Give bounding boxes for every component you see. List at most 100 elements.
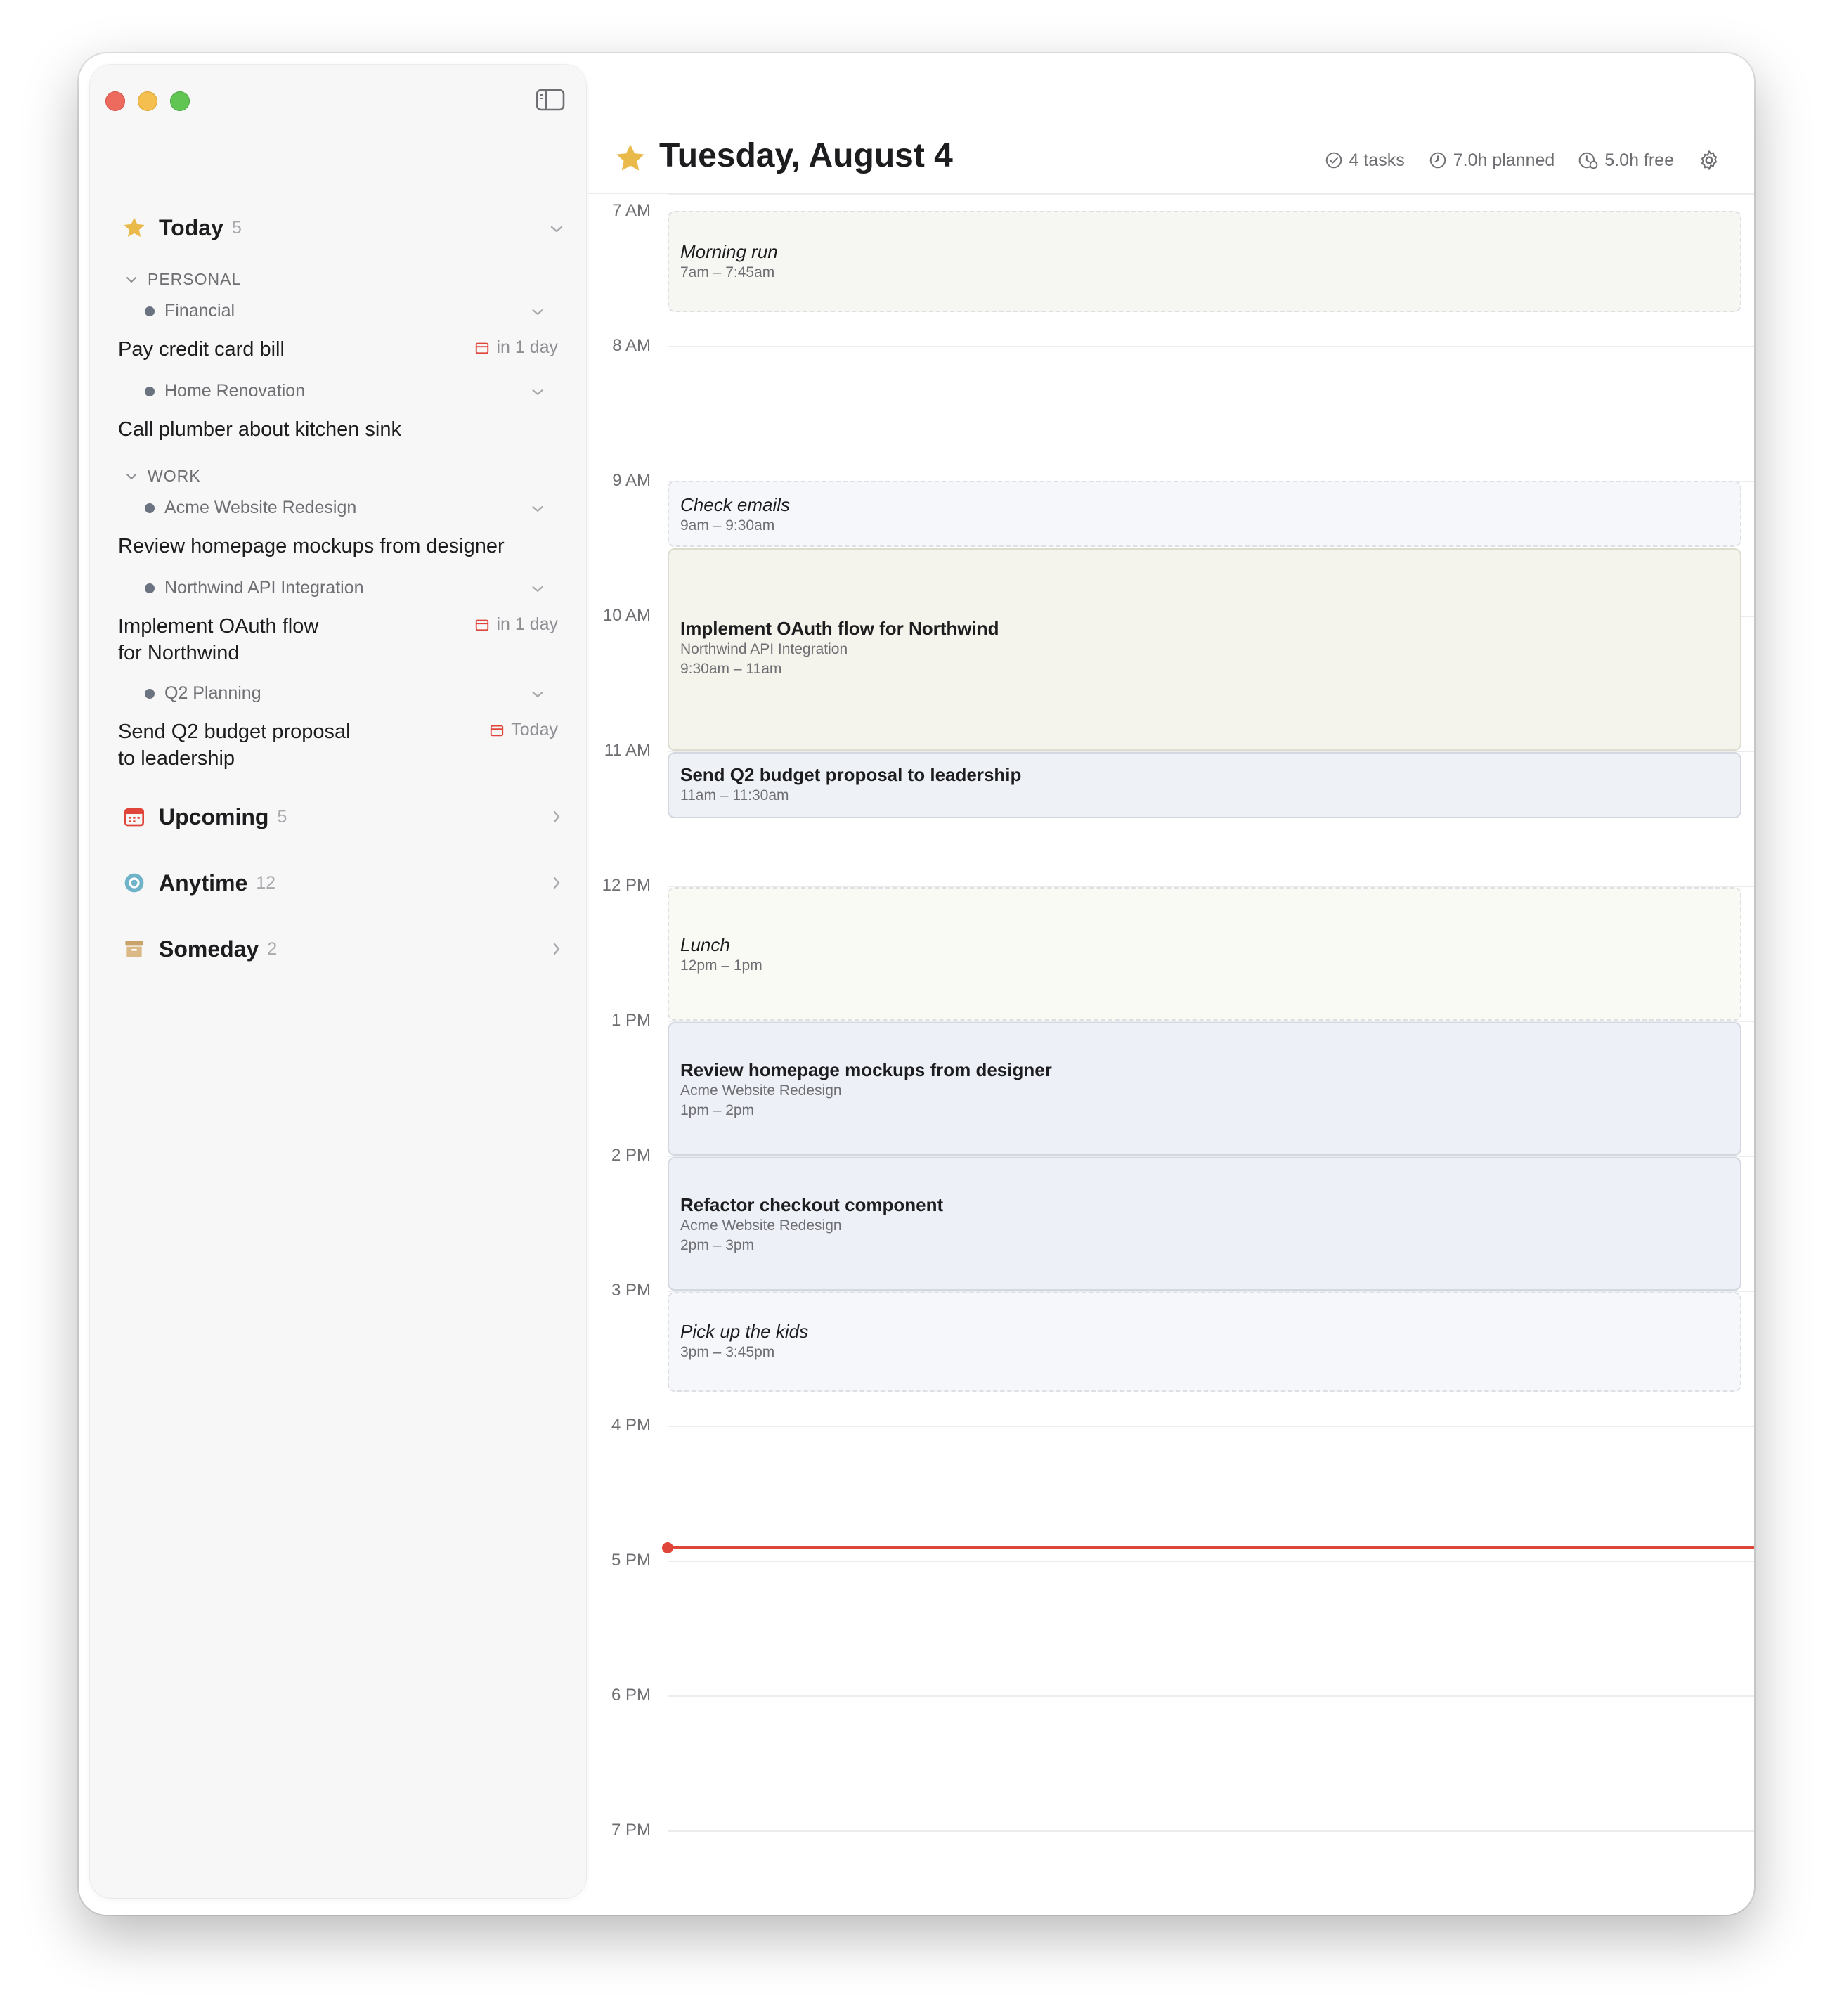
task-implement-oauth[interactable]: Implement OAuth flow for Northwind [118,613,318,666]
due-badge: Today [489,720,558,740]
hour-label: 6 PM [611,1686,651,1705]
task-title: Send Q2 budget proposal [118,721,351,743]
event-title: Pick up the kids [680,1321,809,1342]
chevron-down-icon[interactable] [530,581,545,597]
current-time-line [668,1546,1754,1549]
due-text: in 1 day [496,337,558,357]
page-title: Tuesday, August 4 [659,137,953,174]
minimize-window-button[interactable] [138,91,157,111]
anytime-circle-icon [122,871,146,895]
free-time-icon [1578,152,1598,169]
event-time: 1pm – 2pm [680,1102,755,1118]
chevron-down-icon[interactable] [530,385,545,400]
project-dot [145,503,155,513]
task-call-plumber[interactable]: Call plumber about kitchen sink [118,416,401,443]
task-pay-credit-card-bill[interactable]: Pay credit card bill [118,336,285,363]
hour-divider [668,1695,1754,1697]
chevron-down-icon [126,473,136,479]
project-header-northwind-api-integration[interactable]: Northwind API Integration [145,578,364,598]
chevron-down-icon[interactable] [530,687,545,702]
due-text: Today [511,720,558,739]
hour-divider [668,1426,1754,1427]
project-dot [145,583,155,593]
hour-divider [668,346,1754,347]
hour-label: 10 AM [602,606,651,625]
event-time: 9:30am – 11am [680,661,782,677]
archive-box-icon [122,937,146,961]
section-title: Today [159,214,223,240]
calendar-icon [476,342,489,354]
day-view: Tuesday, August 4 4 tasks 7.0h planned 5… [586,53,1754,1915]
section-count: 12 [256,872,276,893]
hour-label: 7 PM [611,1821,651,1840]
project-header-financial[interactable]: Financial [145,301,235,321]
zoom-window-button[interactable] [170,91,190,111]
sidebar-toggle-icon[interactable] [536,89,565,111]
event-title: Check emails [680,494,791,515]
task-review-homepage-mockups[interactable]: Review homepage mockups from designer [118,533,505,560]
event-time: 11am – 11:30am [680,787,789,803]
hour-label: 1 PM [611,1011,651,1030]
hour-label: 2 PM [611,1146,651,1165]
event-refactor-checkout[interactable]: Refactor checkout component Acme Website… [668,1157,1741,1291]
check-circle-icon [1325,152,1342,169]
event-review-homepage[interactable]: Review homepage mockups from designer Ac… [668,1022,1741,1156]
group-label: PERSONAL [148,270,242,288]
timeline[interactable]: 7 AM 8 AM 9 AM 10 AM 11 AM 12 PM 1 PM 2 … [586,194,1754,1915]
section-title: Upcoming [159,803,269,829]
hour-label: 7 AM [612,201,651,220]
group-header-personal[interactable]: PERSONAL [125,270,241,289]
event-time: 12pm – 1pm [680,957,762,974]
chevron-right-icon[interactable] [548,941,565,957]
project-header-home-renovation[interactable]: Home Renovation [145,381,305,401]
event-title: Refactor checkout component [680,1194,944,1215]
event-title: Morning run [680,241,778,262]
chevron-down-icon[interactable] [530,501,545,517]
close-window-button[interactable] [105,91,125,111]
event-lunch[interactable]: Lunch 12pm – 1pm [668,887,1741,1021]
stat-text: 4 tasks [1349,150,1405,170]
task-title-continued: to leadership [118,747,235,770]
task-send-q2-budget[interactable]: Send Q2 budget proposal to leadership [118,718,351,772]
stat-free: 5.0h free [1578,150,1674,171]
due-text: in 1 day [496,614,558,634]
section-title: Anytime [159,870,248,896]
project-label: Acme Website Redesign [164,498,357,517]
project-header-acme-website-redesign[interactable]: Acme Website Redesign [145,498,356,518]
chevron-down-icon [126,276,136,283]
event-project: Acme Website Redesign [680,1217,842,1234]
app-window: Today 5 PERSONAL Financial Pay credit ca… [79,53,1754,1915]
due-badge: in 1 day [474,614,558,635]
project-dot [145,386,155,396]
stat-tasks: 4 tasks [1325,150,1405,171]
chevron-down-icon[interactable] [530,304,545,320]
section-count: 5 [231,217,242,238]
calendar-icon [122,805,146,829]
event-time: 2pm – 3pm [680,1237,755,1253]
calendar-icon [476,619,489,631]
event-implement-oauth[interactable]: Implement OAuth flow for Northwind North… [668,548,1741,751]
event-pick-up-kids[interactable]: Pick up the kids 3pm – 3:45pm [668,1292,1741,1392]
due-badge: in 1 day [474,337,558,358]
chevron-down-icon[interactable] [548,221,565,238]
sidebar-section-upcoming[interactable]: Upcoming 5 [122,800,287,834]
hour-divider [668,1561,1754,1562]
task-title-continued: for Northwind [118,642,240,664]
task-title: Pay credit card bill [118,338,285,361]
stat-text: 7.0h planned [1453,150,1555,170]
gear-icon[interactable] [1698,149,1720,172]
project-header-q2-planning[interactable]: Q2 Planning [145,683,261,704]
chevron-right-icon[interactable] [548,808,565,825]
sidebar-section-anytime[interactable]: Anytime 12 [122,866,275,900]
event-morning-run[interactable]: Morning run 7am – 7:45am [668,211,1741,312]
event-send-q2-budget[interactable]: Send Q2 budget proposal to leadership 11… [668,752,1741,818]
event-title: Send Q2 budget proposal to leadership [680,764,1022,785]
sidebar-section-someday[interactable]: Someday 2 [122,932,277,966]
group-header-work[interactable]: WORK [125,467,201,486]
event-check-emails[interactable]: Check emails 9am – 9:30am [668,481,1741,547]
sidebar-section-today[interactable]: Today 5 [122,211,242,245]
chevron-right-icon[interactable] [548,874,565,891]
project-label: Northwind API Integration [164,578,364,597]
section-title: Someday [159,936,259,962]
project-label: Financial [164,301,235,321]
